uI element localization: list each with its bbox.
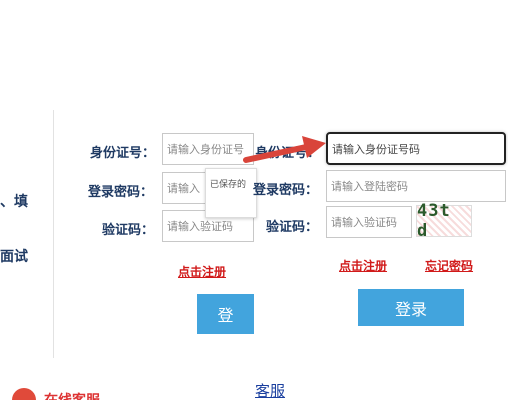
left-fragment-text-1: 、填 — [0, 194, 28, 210]
front-captcha-label: 验证码： — [266, 220, 319, 235]
annotation-arrow-icon — [243, 136, 326, 163]
back-login-button[interactable]: 登 — [197, 294, 254, 334]
front-id-input[interactable]: 请输入身份证号码 — [326, 132, 506, 165]
front-login-button[interactable]: 登录 — [358, 289, 464, 326]
left-fragment-text-2: 面试 — [0, 249, 28, 265]
back-register-link[interactable]: 点击注册 — [178, 263, 226, 280]
online-service[interactable]: 在线客服 — [12, 388, 100, 400]
back-password-input[interactable]: 请输入 — [162, 172, 210, 204]
vertical-divider — [53, 110, 54, 358]
front-password-label: 登录密码： — [253, 183, 319, 198]
autocomplete-popup-text: 已保存的 — [210, 180, 247, 190]
customer-service-link[interactable]: 客服 — [255, 380, 285, 400]
captcha-image-text: 43t d — [417, 201, 451, 241]
online-service-icon — [12, 388, 36, 400]
front-password-input[interactable]: 请输入登陆密码 — [326, 170, 506, 202]
front-register-link[interactable]: 点击注册 — [339, 257, 387, 274]
back-captcha-label: 验证码： — [102, 223, 155, 238]
online-service-text: 在线客服 — [44, 390, 100, 400]
captcha-image[interactable]: 43t d — [416, 201, 472, 241]
front-captcha-input[interactable]: 请输入验证码 — [326, 206, 412, 238]
forgot-password-link[interactable]: 忘记密码 — [425, 257, 473, 274]
autocomplete-popup[interactable]: 已保存的 — [205, 168, 257, 218]
back-id-label: 身份证号： — [90, 146, 156, 161]
back-password-label: 登录密码： — [88, 185, 154, 200]
